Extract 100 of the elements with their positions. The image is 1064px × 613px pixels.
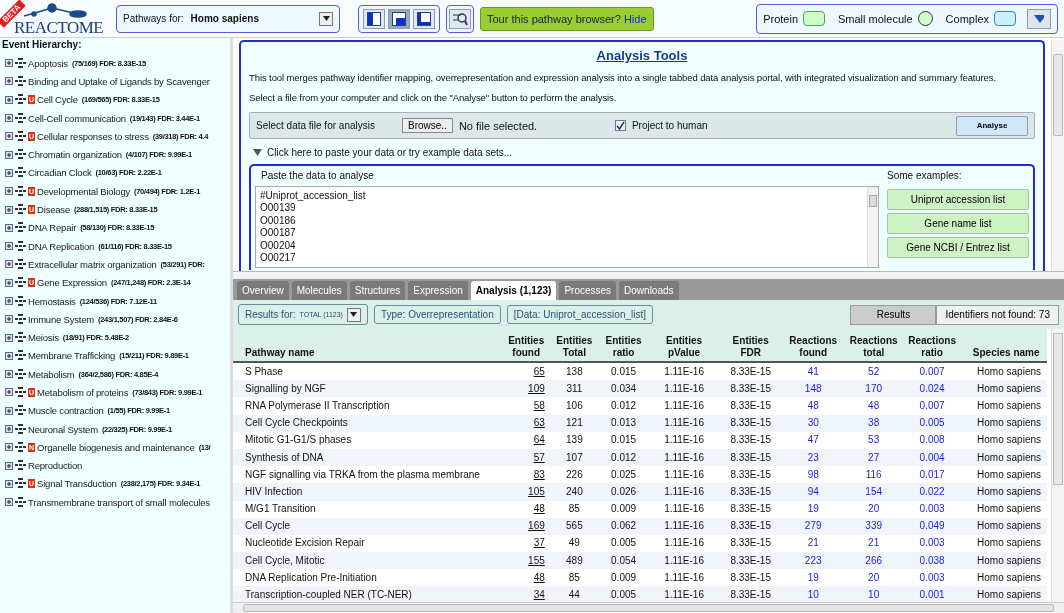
- entities-link[interactable]: 34: [501, 586, 551, 602]
- expand-icon[interactable]: [5, 333, 13, 342]
- column-header[interactable]: Reactions ratio: [903, 329, 961, 362]
- expand-icon[interactable]: [5, 406, 13, 415]
- view-toggle[interactable]: Identifiers not found: 73: [936, 304, 1059, 325]
- view-toggle[interactable]: Results: [850, 304, 937, 325]
- expand-icon[interactable]: [5, 242, 13, 251]
- expand-icon[interactable]: [5, 114, 13, 123]
- pathway-link[interactable]: Metabolism of proteins: [37, 387, 129, 398]
- column-header[interactable]: Pathway name: [233, 329, 502, 362]
- pathway-link[interactable]: Binding and Uptake of Ligands by Scavenger: [28, 75, 210, 87]
- pathway-link[interactable]: Immune System: [28, 313, 95, 325]
- example-button[interactable]: Gene NCBI / Entrez list: [887, 237, 1029, 258]
- example-button[interactable]: Gene name list: [887, 213, 1029, 234]
- tab[interactable]: Molecules: [291, 281, 347, 300]
- tab[interactable]: Structures: [349, 281, 406, 300]
- tab[interactable]: Downloads: [619, 281, 679, 300]
- pathway-link[interactable]: Cell-Cell communication: [28, 112, 126, 124]
- pathway-link[interactable]: Cell Cycle: [37, 94, 78, 106]
- hide-link[interactable]: Hide: [623, 12, 647, 25]
- caret-icon[interactable]: [1034, 14, 1044, 23]
- expand-icon[interactable]: [5, 132, 13, 141]
- pathway-link[interactable]: Apoptosis: [28, 57, 68, 69]
- pathway-link[interactable]: Extracellular matrix organization: [28, 258, 157, 270]
- pathway-link[interactable]: Cellular responses to stress: [37, 130, 149, 142]
- pathway-link[interactable]: Gene Expression: [37, 277, 107, 289]
- column-header[interactable]: Entities FDR: [718, 329, 783, 362]
- column-header[interactable]: Entities Total: [550, 329, 598, 362]
- expand-icon[interactable]: [5, 95, 13, 104]
- expand-icon[interactable]: [5, 187, 13, 196]
- panel-title: Analysis Tools: [595, 48, 689, 63]
- paste-toggle-link[interactable]: Click here to paste your data or try example data sets...: [267, 147, 513, 158]
- collapse-button[interactable]: [1027, 8, 1051, 29]
- tab[interactable]: Overview: [237, 281, 289, 300]
- tab[interactable]: Expression: [408, 281, 468, 300]
- expand-icon[interactable]: [5, 315, 13, 324]
- triangle-icon[interactable]: [253, 149, 262, 156]
- browse-button[interactable]: Browse..: [402, 118, 453, 133]
- expand-icon[interactable]: [5, 297, 13, 305]
- pathway-link[interactable]: Transmembrane transport of small molecules: [28, 496, 210, 508]
- expand-icon[interactable]: [5, 425, 13, 434]
- pathway-link[interactable]: Metabolism: [28, 368, 75, 380]
- expand-icon[interactable]: [5, 479, 13, 488]
- hierarchy-icon: [15, 277, 26, 289]
- pathway-link[interactable]: DNA Replication: [28, 240, 95, 252]
- pathway-link[interactable]: Organelle biogenesis and maintenance: [37, 441, 195, 453]
- scrollbar[interactable]: [867, 187, 878, 267]
- column-header[interactable]: Reactions total: [843, 329, 904, 362]
- expand-icon[interactable]: [5, 205, 13, 214]
- pathway-link[interactable]: Signal Transduction: [37, 478, 117, 490]
- expand-icon[interactable]: [5, 223, 13, 232]
- column-header[interactable]: Reactions found: [782, 329, 844, 362]
- pathway-link[interactable]: Neuronal System: [28, 423, 98, 435]
- scrollbar[interactable]: [1051, 329, 1064, 602]
- analyse-button[interactable]: Analyse: [956, 115, 1028, 136]
- pathway-link[interactable]: Membrane Trafficking: [28, 350, 116, 362]
- expand-icon[interactable]: [5, 168, 13, 177]
- expand-icon[interactable]: [5, 388, 13, 397]
- column-header[interactable]: Entities pValue: [649, 329, 719, 362]
- expand-icon[interactable]: [5, 370, 13, 379]
- pathway-link[interactable]: Chromatin organization: [28, 149, 122, 161]
- expand-icon[interactable]: [5, 461, 13, 470]
- pathway-link[interactable]: Hemostasis: [28, 295, 76, 307]
- column-header[interactable]: Entities ratio: [597, 329, 650, 362]
- data-textarea[interactable]: #Uniprot_accession_list O00139 O00186 O00187 O00204 O00217: [255, 186, 879, 268]
- expand-icon[interactable]: [5, 150, 13, 159]
- type-button[interactable]: Type: Overrepresentation: [373, 305, 501, 324]
- pathway-link[interactable]: DNA Repair: [28, 222, 77, 234]
- entities-link[interactable]: 105: [501, 483, 551, 501]
- pathway-link[interactable]: Meiosis: [28, 332, 59, 344]
- table-cell: Homo sapiens: [960, 466, 1047, 484]
- table-cell: 116: [843, 466, 904, 484]
- entities-link[interactable]: 109: [501, 380, 551, 398]
- expand-icon[interactable]: [5, 498, 13, 507]
- pathway-link[interactable]: Reproduction: [28, 460, 83, 472]
- expand-icon[interactable]: [5, 59, 13, 68]
- entities-link[interactable]: 83: [501, 466, 551, 484]
- column-header[interactable]: Entities found: [501, 329, 551, 362]
- expand-icon[interactable]: [5, 351, 13, 360]
- pathway-link[interactable]: Circadian Clock: [28, 167, 92, 179]
- scrollbar[interactable]: [233, 602, 1064, 613]
- expand-icon[interactable]: [5, 260, 13, 269]
- expand-icon[interactable]: [5, 77, 13, 86]
- entities-link[interactable]: 58: [501, 397, 551, 415]
- pathway-link[interactable]: Disease: [37, 204, 70, 215]
- entities-link[interactable]: 155: [501, 552, 551, 570]
- data-button[interactable]: [Data: Uniprot_accession_list]: [506, 305, 654, 324]
- tab[interactable]: Processes: [559, 281, 617, 300]
- entities-link[interactable]: 48: [501, 569, 551, 587]
- scrollbar[interactable]: [1051, 40, 1064, 271]
- expand-icon[interactable]: [5, 443, 13, 452]
- column-header[interactable]: Species name: [960, 329, 1047, 362]
- example-button[interactable]: Uniprot accession list: [887, 189, 1029, 210]
- pathway-link[interactable]: Developmental Biology: [37, 185, 131, 197]
- splitter-handle[interactable]: [233, 271, 1064, 279]
- project-checkbox[interactable]: [614, 120, 626, 131]
- expand-icon[interactable]: [5, 278, 13, 287]
- pathway-link[interactable]: Muscle contraction: [28, 405, 104, 417]
- species-dropdown[interactable]: Homo sapiens: [186, 13, 316, 24]
- tab[interactable]: Analysis (1,123): [470, 281, 557, 300]
